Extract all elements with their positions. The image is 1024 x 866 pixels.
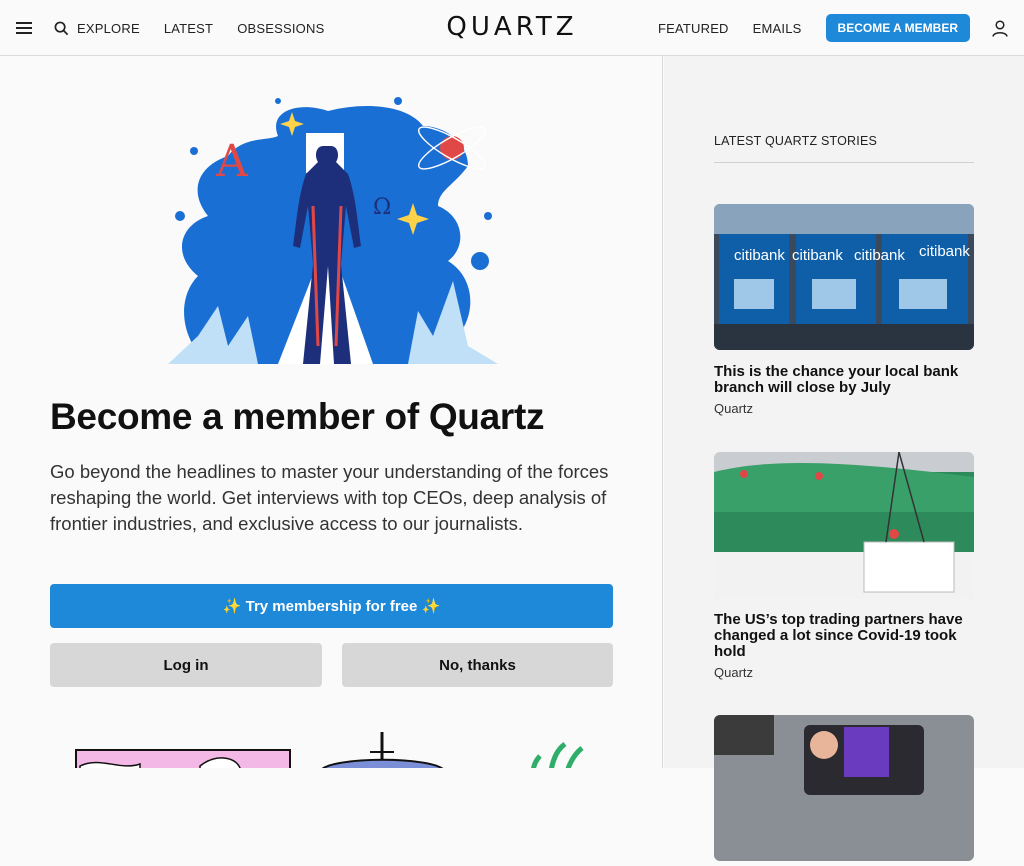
page-title: Become a member of Quartz	[50, 396, 545, 437]
become-member-button[interactable]: BECOME A MEMBER	[825, 14, 970, 42]
svg-text:citibank: citibank	[854, 247, 905, 264]
user-account-icon[interactable]	[992, 19, 1008, 37]
sidebar: LATEST QUARTZ STORIES citibank citibank …	[664, 56, 1024, 861]
nav-obsessions[interactable]: OBSESSIONS	[237, 21, 324, 36]
story-headline[interactable]: This is the chance your local bank branc…	[714, 364, 974, 396]
no-thanks-button[interactable]: No, thanks	[342, 643, 613, 687]
top-navigation-bar: EXPLORE LATEST OBSESSIONS QUARTZ FEATURE…	[0, 0, 1024, 56]
story-card[interactable]: citibank citibank citibank citibank This…	[714, 204, 974, 416]
svg-text:Ω: Ω	[373, 195, 391, 220]
nav-explore[interactable]: EXPLORE	[54, 21, 140, 36]
nav-right: FEATURED EMAILS BECOME A MEMBER	[658, 0, 1008, 56]
nav-emails[interactable]: EMAILS	[753, 21, 802, 36]
story-card[interactable]: The US’s top trading partners have chang…	[714, 451, 974, 680]
story-thumbnail[interactable]	[714, 451, 974, 598]
story-source: Quartz	[714, 665, 754, 680]
sidebar-heading: LATEST QUARTZ STORIES	[714, 134, 974, 163]
bottom-illustration	[75, 732, 584, 768]
story-card[interactable]	[714, 715, 974, 866]
log-in-button[interactable]: Log in	[50, 643, 322, 687]
story-thumbnail[interactable]: citibank citibank citibank citibank	[714, 204, 974, 350]
svg-text:citibank: citibank	[734, 247, 785, 264]
story-source: Quartz	[714, 401, 754, 416]
svg-text:citibank: citibank	[792, 247, 843, 264]
nav-explore-label: EXPLORE	[77, 20, 140, 36]
svg-text:A: A	[215, 136, 249, 187]
story-thumbnail[interactable]	[714, 715, 974, 861]
story-headline[interactable]: The US’s top trading partners have chang…	[714, 612, 974, 660]
main-content: A Ω Become a member of Quartz Go beyond …	[0, 56, 663, 768]
nav-latest[interactable]: LATEST	[164, 21, 213, 36]
svg-text:citibank: citibank	[919, 243, 970, 260]
nav-left: EXPLORE LATEST OBSESSIONS	[16, 0, 348, 56]
try-membership-button[interactable]: ✨ Try membership for free ✨	[50, 584, 613, 628]
search-icon	[54, 21, 69, 35]
membership-description: Go beyond the headlines to master your u…	[50, 461, 609, 534]
nav-featured[interactable]: FEATURED	[658, 21, 729, 36]
hero-illustration: A Ω	[168, 97, 498, 364]
quartz-logo[interactable]: QUARTZ	[446, 12, 577, 42]
hamburger-menu-icon[interactable]	[16, 22, 32, 34]
